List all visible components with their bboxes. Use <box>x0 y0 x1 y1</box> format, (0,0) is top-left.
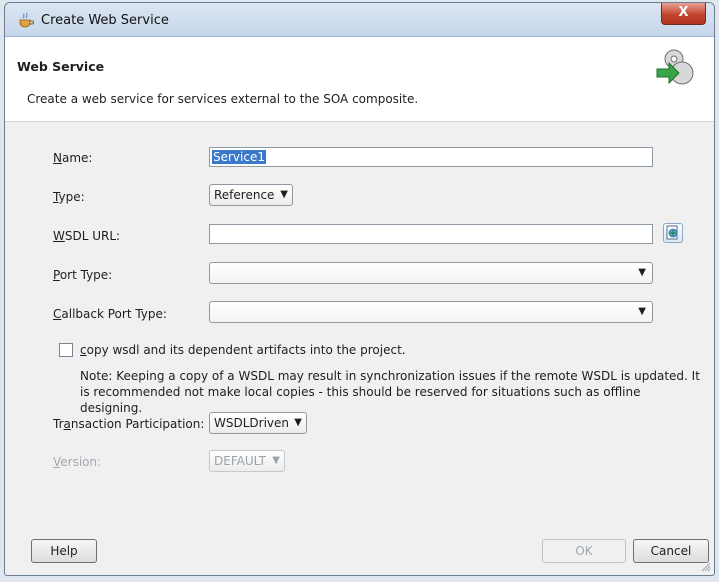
transaction-label-key: a <box>63 417 71 431</box>
version-dropdown: DEFAULT ▼ <box>209 450 285 472</box>
port-type-label-text: ort Type: <box>59 268 113 282</box>
cup-icon <box>19 12 34 28</box>
name-value: Service1 <box>212 150 266 164</box>
wsdl-browse-icon <box>666 225 678 240</box>
copy-wsdl-checkbox[interactable] <box>59 343 73 357</box>
header-panel: Web Service Create a web service for ser… <box>5 37 714 122</box>
version-label-text: ersion: <box>60 455 102 469</box>
transaction-label-pre: Tr <box>53 417 64 431</box>
chevron-down-icon: ▼ <box>272 455 280 466</box>
transaction-label-text: nsaction Participation: <box>70 417 205 431</box>
wsdl-url-label: WSDL URL: <box>53 229 120 243</box>
callback-port-type-label: Callback Port Type: <box>53 307 167 321</box>
window-title: Create Web Service <box>41 13 169 28</box>
port-type-label: Port Type: <box>53 268 112 282</box>
page-title: Web Service <box>17 59 105 74</box>
name-field[interactable]: Service1 <box>209 147 653 167</box>
transaction-dropdown[interactable]: WSDLDriven ▼ <box>209 412 307 434</box>
version-value: DEFAULT <box>214 454 266 468</box>
chevron-down-icon: ▼ <box>638 306 646 317</box>
page-description: Create a web service for services extern… <box>27 92 419 106</box>
dialog-window: Create Web Service X Web Service Create … <box>4 2 715 576</box>
name-label-key: N <box>53 151 62 165</box>
version-label: Version: <box>53 455 101 469</box>
close-button[interactable]: X <box>661 3 706 25</box>
type-value: Reference <box>214 188 275 202</box>
help-button[interactable]: Help <box>31 539 97 563</box>
browse-wsdl-button[interactable] <box>663 223 683 243</box>
wsdl-url-label-key: W <box>53 229 65 243</box>
copy-wsdl-label-text: opy wsdl and its dependent artifacts int… <box>86 343 406 357</box>
type-dropdown[interactable]: Reference ▼ <box>209 184 293 206</box>
chevron-down-icon: ▼ <box>294 417 302 428</box>
cancel-button[interactable]: Cancel <box>633 539 709 563</box>
copy-wsdl-label[interactable]: copy wsdl and its dependent artifacts in… <box>80 343 406 357</box>
name-label: Name: <box>53 151 92 165</box>
type-label-text: ype: <box>58 190 85 204</box>
chevron-down-icon: ▼ <box>280 189 288 200</box>
name-label-text: ame: <box>61 151 93 165</box>
copy-wsdl-label-key: c <box>80 343 87 357</box>
close-icon: X <box>678 5 689 20</box>
type-label: Type: <box>53 190 85 204</box>
transaction-label: Transaction Participation: <box>53 417 204 431</box>
resize-grip-icon[interactable] <box>701 562 711 572</box>
copy-note: Note: Keeping a copy of a WSDL may resul… <box>80 369 700 415</box>
chevron-down-icon: ▼ <box>638 267 646 278</box>
ok-button[interactable]: OK <box>542 539 626 563</box>
wsdl-url-field[interactable] <box>209 224 653 244</box>
callback-port-type-dropdown[interactable]: ▼ <box>209 301 653 323</box>
callback-label-text: allback Port Type: <box>61 307 167 321</box>
wsdl-url-label-text: SDL URL: <box>64 229 121 243</box>
port-type-label-key: P <box>53 268 60 282</box>
title-bar: Create Web Service X <box>5 3 714 37</box>
port-type-dropdown[interactable]: ▼ <box>209 262 653 284</box>
gear-arrow-icon <box>656 49 694 85</box>
transaction-value: WSDLDriven <box>214 416 290 430</box>
